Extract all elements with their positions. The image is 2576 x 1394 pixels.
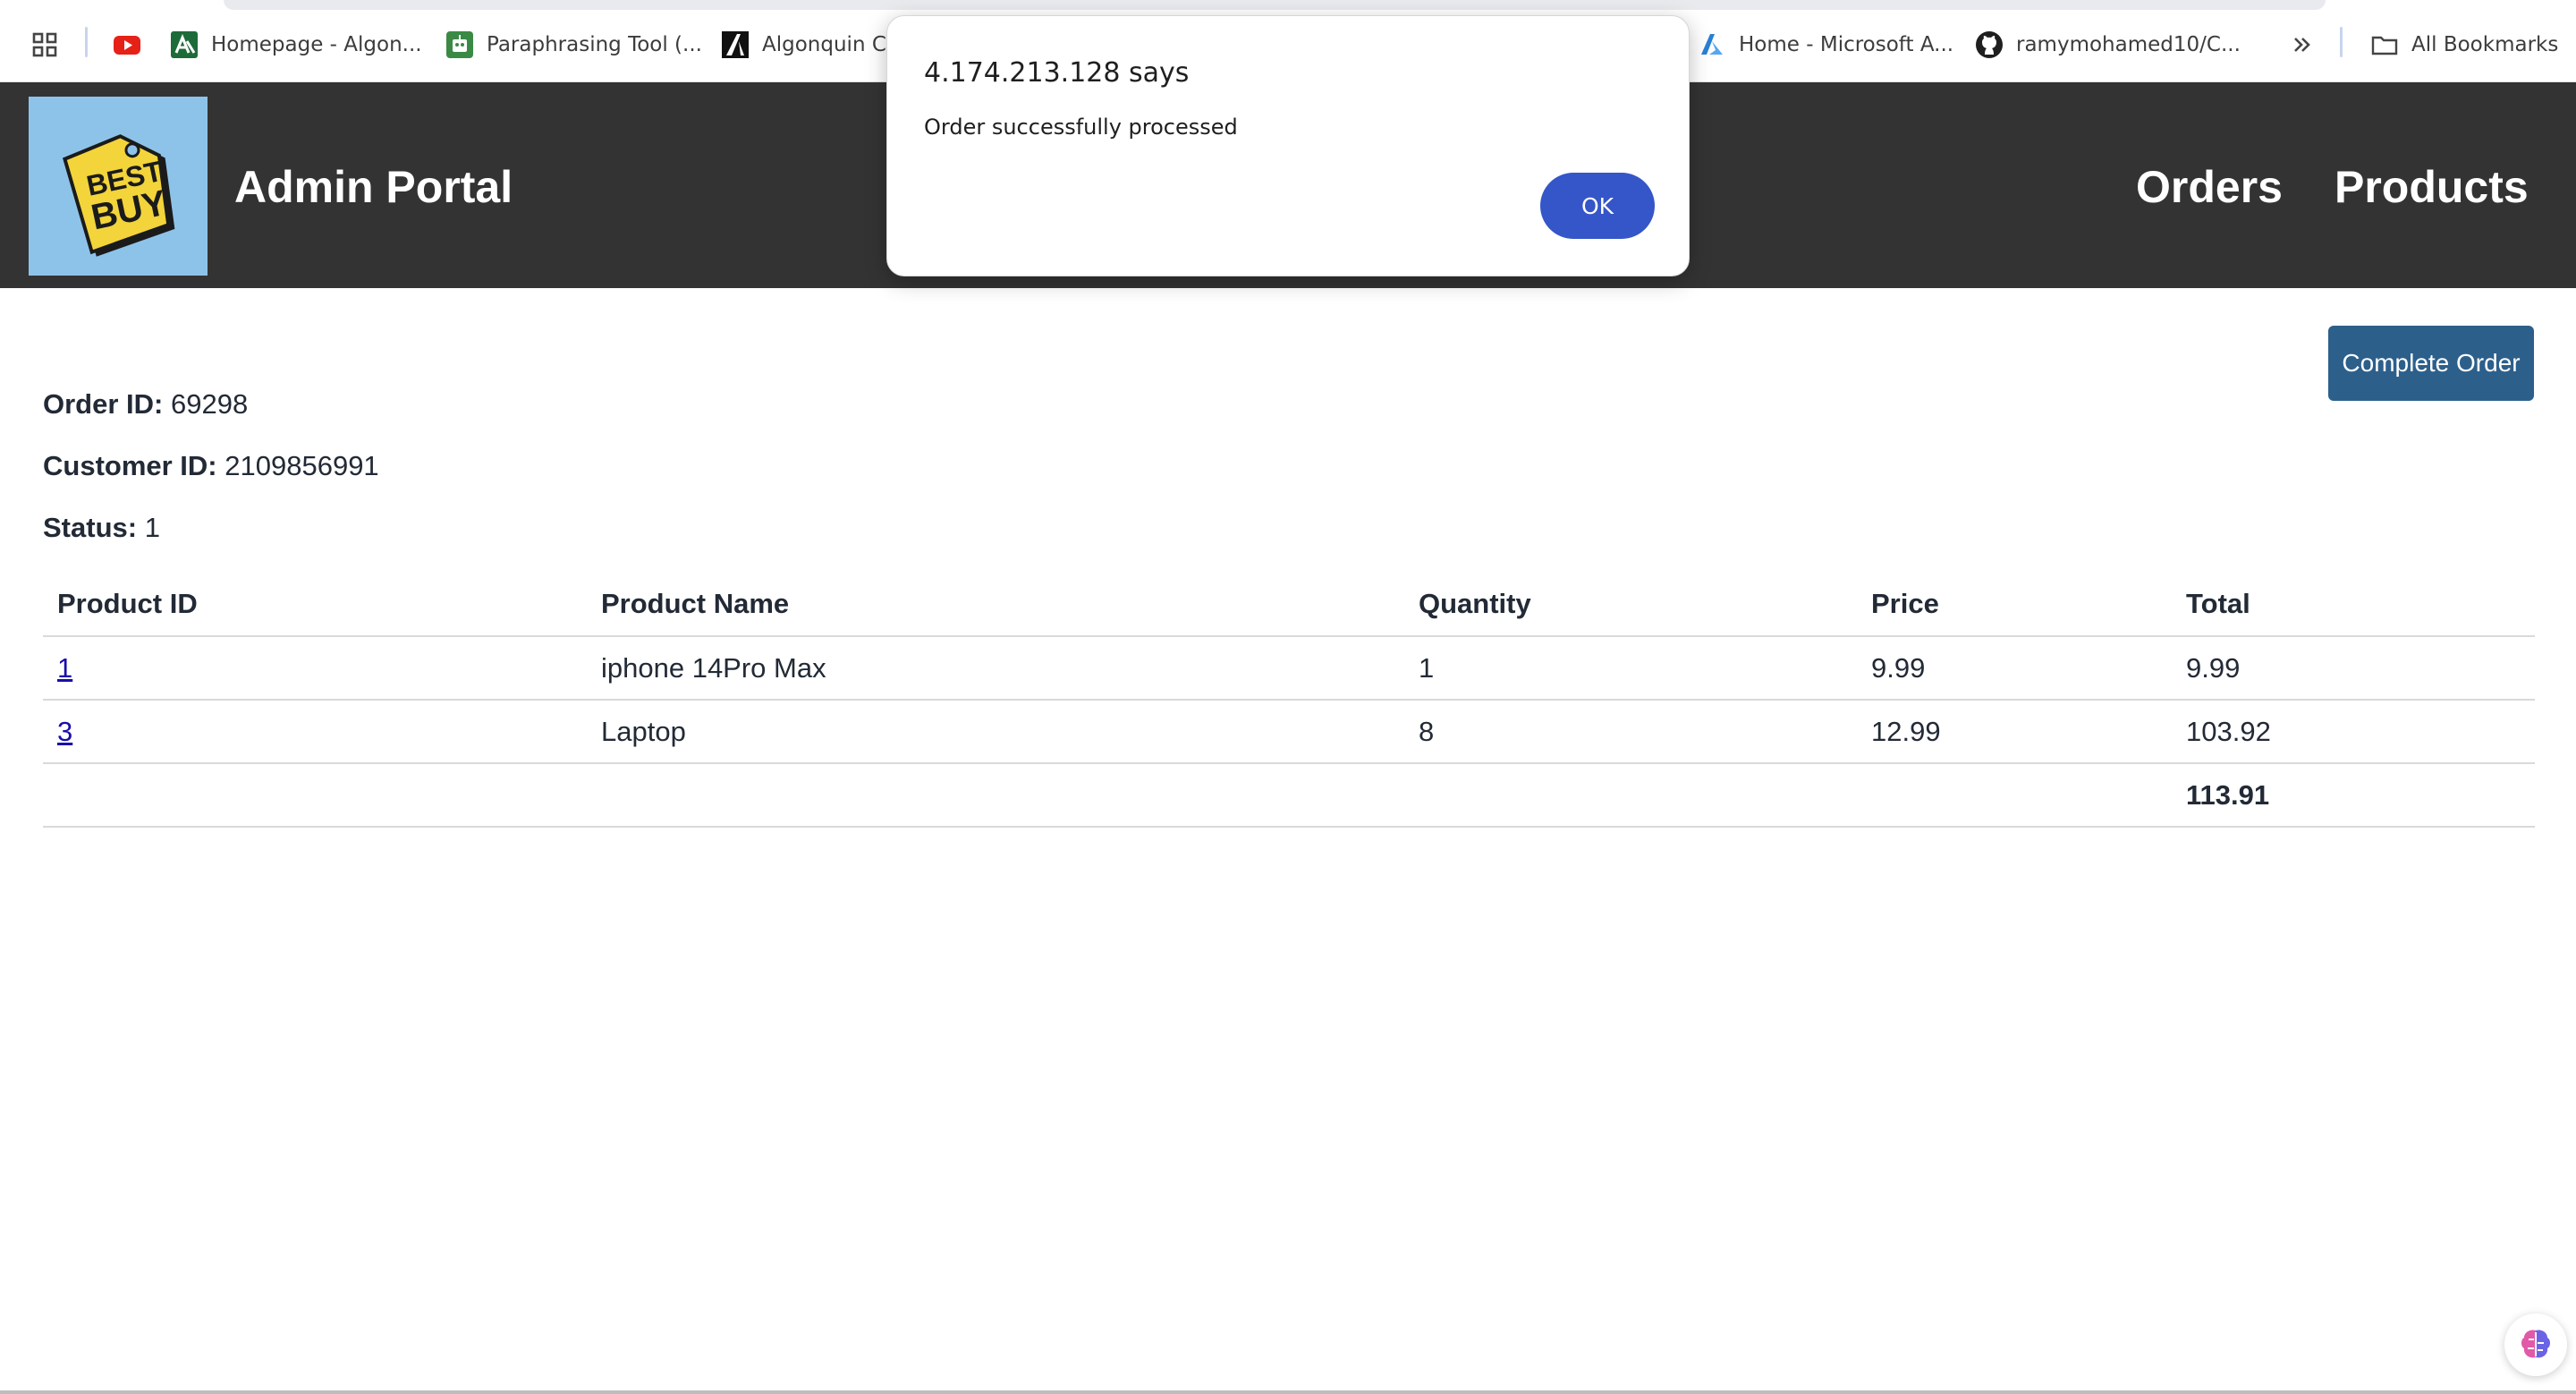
bookmark-youtube[interactable] <box>113 25 154 64</box>
nav-orders[interactable]: Orders <box>2136 161 2283 213</box>
grand-total-row: 113.91 <box>43 763 2535 828</box>
table-header-row: Product ID Product Name Quantity Price T… <box>43 573 2535 637</box>
nav-products[interactable]: Products <box>2334 161 2529 213</box>
dialog-title: 4.174.213.128 says <box>924 57 1190 89</box>
status-value: 1 <box>144 512 160 543</box>
cell-product-name: Laptop <box>587 700 1404 764</box>
bookmark-homepage-algonquin[interactable]: Homepage - Algon... <box>170 25 422 64</box>
customer-id-value: 2109856991 <box>225 450 379 481</box>
ok-button[interactable]: OK <box>1540 173 1655 239</box>
all-bookmarks-button[interactable]: All Bookmarks <box>2370 25 2558 64</box>
bookmark-algonquin-college[interactable]: Algonquin Co <box>721 25 899 64</box>
tab-strip-edge <box>224 0 2326 10</box>
brain-icon <box>2521 1330 2550 1358</box>
grand-total-value: 113.91 <box>2172 763 2535 828</box>
product-link[interactable]: 1 <box>57 652 72 684</box>
header-price: Price <box>1857 573 2172 637</box>
youtube-icon <box>114 36 140 55</box>
more-bookmarks-button[interactable] <box>2288 25 2329 64</box>
header-product-name: Product Name <box>587 573 1404 637</box>
best-buy-logo[interactable]: BEST BUY <box>29 97 208 276</box>
cell-total: 103.92 <box>2172 700 2535 764</box>
azure-icon <box>1701 34 1723 55</box>
header-total: Total <box>2172 573 2535 637</box>
bookmark-paraphrasing-tool[interactable]: Paraphrasing Tool (... <box>445 25 702 64</box>
order-id-value: 69298 <box>170 388 249 420</box>
order-id-line: Order ID: 69298 <box>43 388 248 421</box>
github-icon <box>1976 31 2003 58</box>
order-items-table: Product ID Product Name Quantity Price T… <box>43 573 2535 828</box>
dialog-message: Order successfully processed <box>924 115 1238 140</box>
product-link[interactable]: 3 <box>57 716 72 747</box>
algonquin-a-icon <box>722 31 749 58</box>
header-product-id: Product ID <box>43 573 587 637</box>
cell-price: 9.99 <box>1857 636 2172 701</box>
apps-grid-icon[interactable] <box>30 25 72 64</box>
customer-id-label: Customer ID: <box>43 450 217 481</box>
header-quantity: Quantity <box>1404 573 1857 637</box>
order-id-label: Order ID: <box>43 388 164 420</box>
cell-quantity: 1 <box>1404 636 1857 701</box>
status-label: Status: <box>43 512 138 543</box>
status-line: Status: 1 <box>43 512 160 544</box>
window-bottom-edge <box>0 1390 2576 1394</box>
bookmark-label: Home - Microsoft A... <box>1739 33 1954 56</box>
cell-product-id: 3 <box>43 700 587 764</box>
cell-price: 12.99 <box>1857 700 2172 764</box>
folder-icon <box>2371 36 2398 55</box>
table-row: 1 iphone 14Pro Max 1 9.99 9.99 <box>43 636 2535 701</box>
algonquin-icon <box>171 31 198 58</box>
alert-dialog: 4.174.213.128 says Order successfully pr… <box>886 15 1690 276</box>
portal-title: Admin Portal <box>234 162 513 212</box>
complete-order-button[interactable]: Complete Order <box>2328 326 2534 401</box>
bookmark-label: Algonquin Co <box>762 33 899 56</box>
bookmark-github[interactable]: ramymohamed10/C... <box>1975 25 2241 64</box>
bookmark-separator <box>85 27 88 57</box>
bookmark-separator <box>2340 27 2343 57</box>
cell-quantity: 8 <box>1404 700 1857 764</box>
bookmark-label: Homepage - Algon... <box>211 33 422 56</box>
robot-icon <box>446 31 473 58</box>
bookmark-label: ramymohamed10/C... <box>2016 33 2241 56</box>
bookmark-label: All Bookmarks <box>2411 33 2559 56</box>
extension-brain-button[interactable] <box>2504 1313 2567 1376</box>
bookmark-label: Paraphrasing Tool (... <box>487 33 702 56</box>
bookmark-microsoft-azure[interactable]: Home - Microsoft A... <box>1698 25 1953 64</box>
customer-id-line: Customer ID: 2109856991 <box>43 450 379 482</box>
cell-product-id: 1 <box>43 636 587 701</box>
cell-product-name: iphone 14Pro Max <box>587 636 1404 701</box>
table-row: 3 Laptop 8 12.99 103.92 <box>43 700 2535 764</box>
chevron-double-right-icon <box>2294 38 2310 52</box>
cell-total: 9.99 <box>2172 636 2535 701</box>
